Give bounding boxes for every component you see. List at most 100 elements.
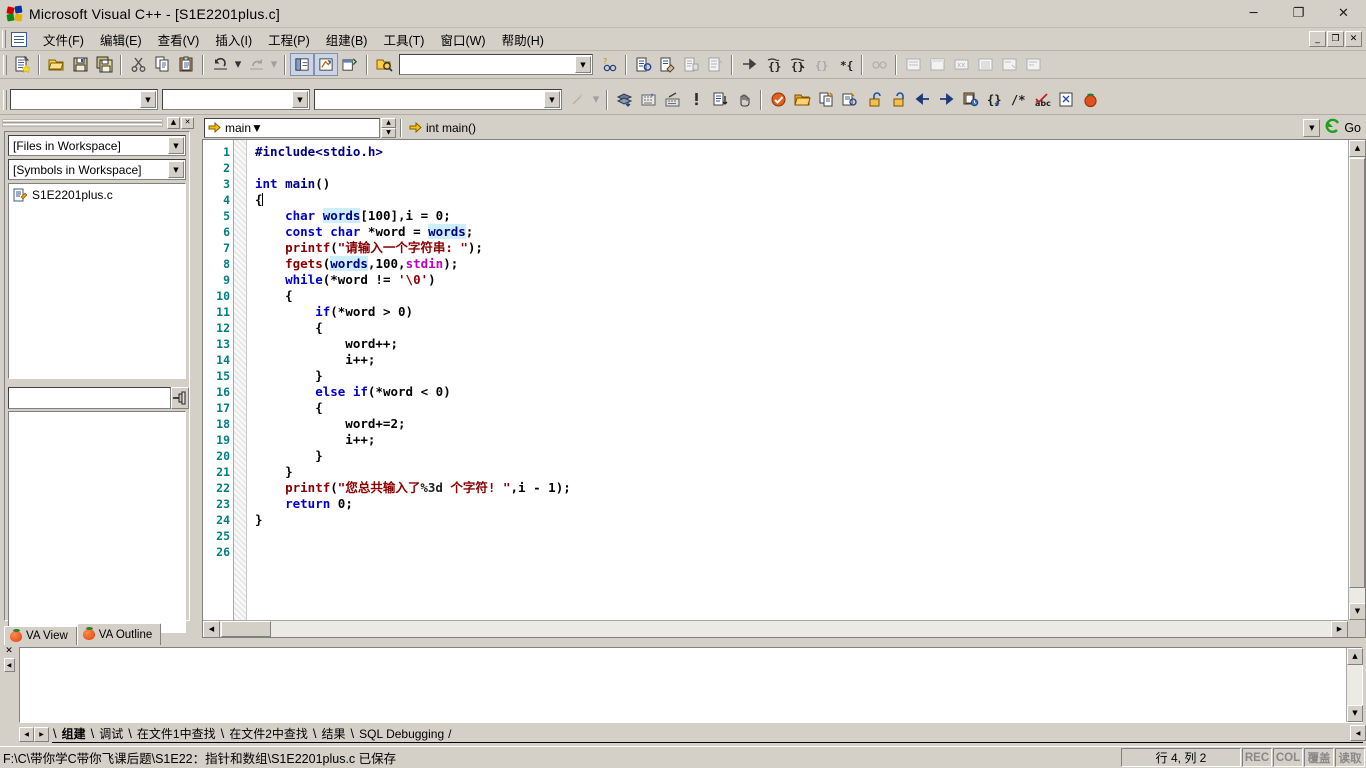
wizardbar-object-combo[interactable]: ▼ [162,89,310,110]
code-line[interactable]: while(*word != '\0') [255,272,1348,288]
output-vertical-scrollbar[interactable]: ▲ ▼ [1346,648,1363,722]
find-in-files-icon[interactable] [372,53,396,76]
workspace-dock-icon[interactable]: ▲ [167,116,180,129]
output-tab[interactable]: \ 结果 [312,725,350,742]
signature-chevron-down-icon[interactable]: ▼ [1303,118,1321,137]
go-debug-icon[interactable] [737,53,761,76]
breakpoints-window-icon[interactable]: *{} [833,53,857,76]
wizardbar-class-chevron-down-icon[interactable]: ▼ [140,91,156,108]
code-line[interactable]: word++; [255,336,1348,352]
save-all-icon[interactable] [92,53,116,76]
code-line[interactable]: return 0; [255,496,1348,512]
editor-vertical-scrollbar[interactable]: ▲ ▼ [1348,140,1365,620]
menu-grip[interactable] [2,30,6,48]
output-collapse-icon[interactable]: ◀ [3,658,15,672]
restore-icon[interactable]: ❐ [1276,0,1321,28]
workspace-layout-icon[interactable] [338,53,362,76]
menu-item-insert[interactable]: 插入(I) [207,27,260,52]
output-tab-prev-icon[interactable]: ◀ [19,726,34,742]
compile-icon[interactable] [631,53,655,76]
find-chevron-down-icon[interactable]: ▼ [575,56,591,73]
va-open-file-icon[interactable] [766,88,790,111]
va-find-references-icon[interactable] [838,88,862,111]
scroll-up-icon[interactable]: ▲ [1349,140,1365,157]
minimize-icon[interactable]: ─ [1231,0,1276,28]
va-comment-icon[interactable]: /* [1006,88,1030,111]
output-window-icon[interactable] [314,53,338,76]
code-line[interactable]: { [255,320,1348,336]
files-in-workspace-chevron-down-icon[interactable]: ▼ [168,137,184,154]
wizardbar-message-chevron-down-icon[interactable]: ▼ [544,91,560,108]
code-line[interactable] [255,160,1348,176]
va-goto-next-icon[interactable] [886,88,910,111]
paste-icon[interactable] [174,53,198,76]
output-scroll-down-icon[interactable]: ▼ [1347,705,1363,722]
code-line[interactable]: { [255,288,1348,304]
symbols-in-workspace-chevron-down-icon[interactable]: ▼ [168,161,184,178]
find-combo[interactable]: ▼ [399,54,593,75]
workspace-file-tree[interactable]: S1E2201plus.c [8,183,186,379]
va-error-icon[interactable] [684,88,708,111]
code-line[interactable] [255,544,1348,560]
wizardbar-class-combo[interactable]: ▼ [10,89,158,110]
new-file-icon[interactable] [10,53,34,76]
output-tabbar-scroll-left-icon[interactable]: ◀ [1350,725,1366,741]
tab-va-outline[interactable]: VA Outline [76,623,162,645]
va-copy-ref-icon[interactable] [814,88,838,111]
output-tab[interactable]: \ 在文件1中查找 [127,725,219,742]
va-refactor-icon[interactable] [612,88,636,111]
wizardbar-object-chevron-down-icon[interactable]: ▼ [292,91,308,108]
output-text-area[interactable]: ▲ ▼ [19,647,1363,723]
output-close-icon[interactable]: ✕ [5,647,13,656]
scope-spinner[interactable]: ▲ ▼ [381,117,396,138]
scroll-left-icon[interactable]: ◀ [203,621,220,637]
workspace-pin-icon[interactable] [171,387,189,409]
undo-icon[interactable] [208,53,232,76]
code-line[interactable]: } [255,448,1348,464]
tree-item-source-file[interactable]: S1E2201plus.c [11,187,183,203]
workspace-search-input[interactable] [8,387,171,409]
output-tab[interactable]: \ 在文件2中查找 [220,725,312,742]
va-list-icon[interactable] [708,88,732,111]
workspace-drag-bars[interactable] [2,118,163,127]
menu-item-help[interactable]: 帮助(H) [494,27,552,52]
va-surround-braces-icon[interactable]: {} [982,88,1006,111]
va-goto-prev-icon[interactable] [862,88,886,111]
code-editor[interactable]: 1 2 3 4 5 6 7 8 9 10 11 12 13 14 15 16 17 18 19 20 21 22 23 24 2… [202,140,1366,638]
menu-item-tools[interactable]: 工具(T) [375,27,432,52]
mdi-restore-icon[interactable]: ❐ [1327,31,1344,47]
wizardbar-message-combo[interactable]: ▼ [314,89,562,110]
code-line[interactable]: #include<stdio.h> [255,144,1348,160]
code-line[interactable]: int main() [255,176,1348,192]
va-snippet-icon[interactable] [636,88,660,111]
va-spellcheck-icon[interactable]: abc [1030,88,1054,111]
code-line[interactable]: i++; [255,432,1348,448]
va-hand-icon[interactable] [732,88,756,111]
code-line[interactable]: } [255,512,1348,528]
menu-item-window[interactable]: 窗口(W) [432,27,493,52]
toolbar-grip-1[interactable] [3,54,7,75]
menu-item-build[interactable]: 组建(B) [318,27,376,52]
cut-icon[interactable] [126,53,150,76]
editor-horizontal-scrollbar[interactable]: ◀ ▶ [203,620,1348,637]
workspace-window-icon[interactable] [290,53,314,76]
files-in-workspace-combo[interactable]: [Files in Workspace] ▼ [8,135,186,156]
va-open-folder-icon[interactable] [790,88,814,111]
code-line[interactable]: { [255,400,1348,416]
scope-chevron-down-icon[interactable]: ▼ [251,121,263,135]
code-line[interactable]: else if(*word < 0) [255,384,1348,400]
build-icon[interactable] [655,53,679,76]
scope-spin-down-icon[interactable]: ▼ [381,127,396,138]
va-paste-history-icon[interactable] [958,88,982,111]
va-forward-icon[interactable] [934,88,958,111]
code-line[interactable]: const char *word = words; [255,224,1348,240]
code-line[interactable]: char words[100],i = 0; [255,208,1348,224]
va-back-icon[interactable] [910,88,934,111]
code-line[interactable]: printf("请输入一个字符串: "); [255,240,1348,256]
scroll-down-icon[interactable]: ▼ [1349,603,1365,620]
editor-vscroll-thumb[interactable] [1349,158,1365,588]
symbols-in-workspace-combo[interactable]: [Symbols in Workspace] ▼ [8,159,186,180]
insert-breakpoint-icon[interactable]: {} [761,53,785,76]
menu-item-edit[interactable]: 编辑(E) [92,27,150,52]
code-line[interactable]: } [255,464,1348,480]
